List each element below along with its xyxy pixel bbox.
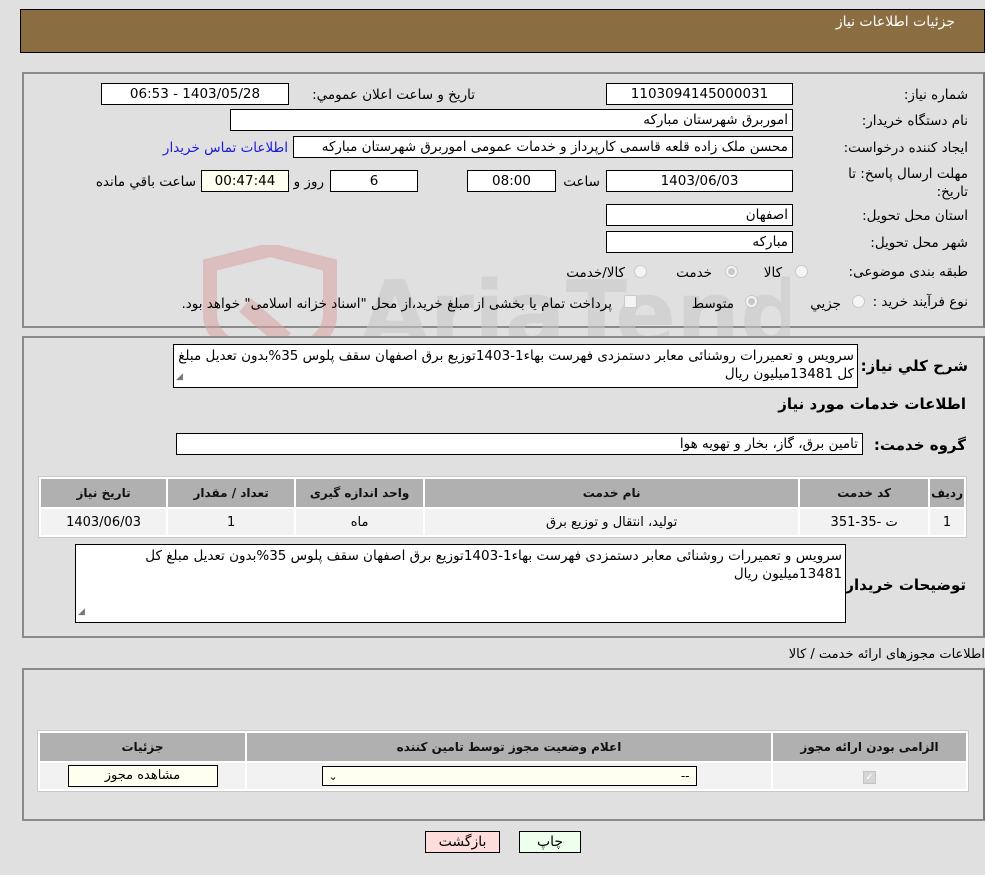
cell-permit-details: مشاهده مجوز — [40, 763, 245, 789]
category-radio-service[interactable] — [725, 265, 738, 278]
cell-unit: ماه — [296, 509, 424, 535]
col-need-date: تاریخ نیاز — [41, 479, 167, 507]
days-label: روز و — [293, 174, 324, 190]
announce-datetime-label: تاریخ و ساعت اعلان عمومي: — [312, 87, 475, 103]
city-label: شهر محل تحویل: — [870, 235, 968, 251]
print-button[interactable]: چاپ — [519, 831, 581, 853]
process-radio-medium[interactable] — [745, 295, 758, 308]
table-row: 1 ت -35-351 تولید، انتقال و توزیع برق ما… — [41, 509, 964, 535]
service-group-label: گروه خدمت: — [873, 436, 966, 454]
col-service-code: کد خدمت — [800, 479, 929, 507]
requester-label: ایجاد کننده درخواست: — [843, 140, 968, 156]
col-permit-status: اعلام وضعیت مجوز توسط تامین کننده — [247, 733, 771, 761]
col-service-name: نام خدمت — [425, 479, 799, 507]
cell-service-code: ت -35-351 — [800, 509, 929, 535]
need-number-field: 1103094145000031 — [606, 83, 793, 105]
requester-field: محسن ملک زاده قلعه قاسمی کارپرداز و خدما… — [293, 136, 793, 158]
chevron-down-icon: ⌄ — [328, 769, 338, 783]
permits-table-header: الزامی بودن ارائه مجوز اعلام وضعیت مجوز … — [40, 733, 966, 761]
col-quantity: تعداد / مقدار — [168, 479, 295, 507]
service-group-field: تامین برق، گاز، بخار و تهویه هوا — [176, 433, 863, 455]
summary-text: سرویس و تعمیررات روشنائی معابر دستمزدی ف… — [178, 348, 854, 382]
cell-need-date: 1403/06/03 — [41, 509, 167, 535]
buyer-org-field: اموربرق شهرستان مبارکه — [230, 109, 793, 131]
treasury-checkbox[interactable] — [624, 295, 637, 308]
process-option-medium: متوسط — [691, 296, 734, 312]
services-table-header: ردیف کد خدمت نام خدمت واحد اندازه گیری ت… — [41, 479, 964, 507]
announce-datetime-field: 1403/05/28 - 06:53 — [101, 83, 289, 105]
category-radio-goods[interactable] — [795, 265, 808, 278]
process-radio-minor[interactable] — [852, 295, 865, 308]
summary-textarea[interactable]: سرویس و تعمیررات روشنائی معابر دستمزدی ف… — [173, 344, 858, 388]
buyer-org-label: نام دستگاه خریدار: — [861, 113, 968, 129]
permits-table: الزامی بودن ارائه مجوز اعلام وضعیت مجوز … — [37, 730, 969, 792]
services-section-title: اطلاعات خدمات مورد نیاز — [778, 395, 966, 413]
category-option-goods: کالا — [763, 265, 782, 281]
permit-status-select[interactable]: ⌄ -- — [321, 766, 697, 786]
buyer-notes-textarea[interactable]: سرویس و تعمیررات روشنائی معابر دستمزدی ف… — [75, 544, 846, 623]
need-number-label: شماره نیاز: — [903, 87, 968, 103]
remaining-time-field: 00:47:44 — [201, 170, 289, 192]
view-permit-button[interactable]: مشاهده مجوز — [67, 765, 218, 787]
table-row: ✓ ⌄ -- مشاهده مجوز — [40, 763, 966, 789]
col-permit-required: الزامی بودن ارائه مجوز — [773, 733, 966, 761]
col-unit: واحد اندازه گیری — [296, 479, 424, 507]
category-radio-goods-service[interactable] — [634, 265, 647, 278]
back-button[interactable]: بازگشت — [425, 831, 500, 853]
cell-row-number: 1 — [930, 509, 964, 535]
buyer-notes-text: سرویس و تعمیررات روشنائی معابر دستمزدی ف… — [145, 548, 842, 582]
remaining-days-field: 6 — [330, 170, 418, 192]
resize-handle-icon[interactable]: ◢ — [78, 603, 85, 621]
process-type-label: نوع فرآیند خرید : — [872, 294, 968, 310]
deadline-date-field: 1403/06/03 — [606, 170, 793, 192]
cell-quantity: 1 — [168, 509, 295, 535]
remaining-time-label: ساعت باقي مانده — [95, 174, 196, 190]
permit-status-value: -- — [680, 769, 690, 783]
category-option-goods-service: کالا/خدمت — [566, 265, 625, 281]
cell-permit-status: ⌄ -- — [247, 763, 771, 789]
col-permit-details: جزئیات — [40, 733, 245, 761]
services-table: ردیف کد خدمت نام خدمت واحد اندازه گیری ت… — [38, 476, 967, 538]
category-label: طبقه بندی موضوعی: — [848, 264, 968, 280]
cell-permit-required: ✓ — [773, 763, 966, 789]
category-option-service: خدمت — [676, 265, 712, 281]
cell-service-name: تولید، انتقال و توزیع برق — [425, 509, 799, 535]
buyer-contact-link[interactable]: اطلاعات تماس خریدار — [163, 140, 288, 156]
summary-label: شرح کلي نیاز: — [860, 357, 968, 375]
buyer-notes-label: توضیحات خریدار: — [839, 576, 966, 594]
province-label: استان محل تحویل: — [862, 208, 968, 224]
col-row-number: ردیف — [930, 479, 964, 507]
city-field: مبارکه — [606, 231, 793, 253]
process-option-minor: جزيي — [810, 296, 841, 312]
resize-handle-icon[interactable]: ◢ — [176, 368, 183, 386]
deadline-time-field: 08:00 — [467, 170, 556, 192]
deadline-label: مهلت ارسال پاسخ: تا تاریخ: — [848, 166, 968, 200]
permit-required-checkbox[interactable]: ✓ — [863, 770, 876, 784]
province-field: اصفهان — [606, 204, 793, 226]
deadline-time-label: ساعت — [563, 174, 600, 190]
treasury-checkbox-label: پرداخت تمام یا بخشی از مبلغ خرید،از محل … — [181, 296, 612, 312]
permits-section-title: اطلاعات مجوزهای ارائه خدمت / کالا — [788, 647, 985, 662]
page-title: جزئیات اطلاعات نیاز — [835, 14, 955, 30]
